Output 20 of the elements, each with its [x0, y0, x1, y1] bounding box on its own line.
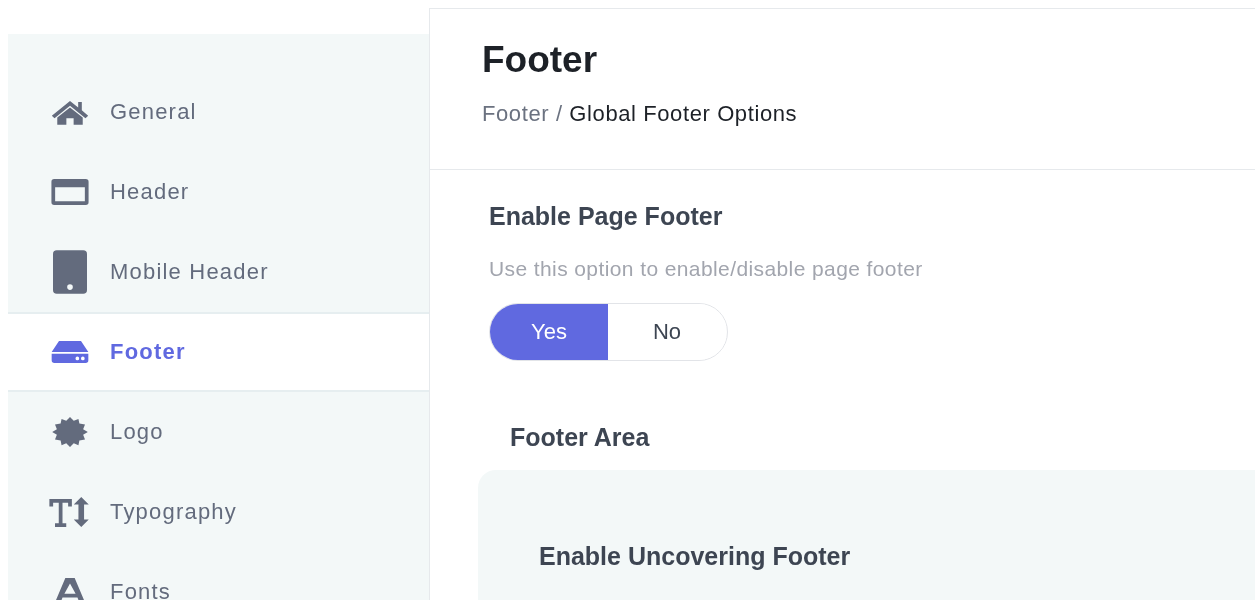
sidebar-item[interactable]: Fonts — [8, 552, 429, 600]
setting-title: Enable Page Footer — [489, 202, 724, 231]
setting-description: Use this option to enable/disable page footer — [489, 257, 924, 281]
home-icon — [50, 99, 90, 125]
window-icon — [51, 179, 89, 205]
toggle-option[interactable]: Yes — [490, 304, 608, 360]
text-height-icon — [49, 497, 91, 527]
sidebar-item[interactable]: Mobile Header — [8, 232, 429, 312]
breadcrumb: Footer / Global Footer Options — [482, 101, 799, 127]
page-title: Footer — [482, 39, 599, 81]
sidebar-item[interactable]: Header — [8, 152, 429, 232]
mobile-phone-icon — [53, 250, 87, 294]
setting-title: Enable Uncovering Footer — [539, 542, 852, 571]
drive-icon — [49, 341, 91, 363]
sidebar-item[interactable]: Logo — [8, 392, 429, 472]
badge-icon — [51, 417, 89, 447]
sidebar-item[interactable]: Typography — [8, 472, 429, 552]
sidebar-item[interactable]: Footer — [8, 312, 429, 392]
sidebar-item[interactable]: General — [8, 72, 429, 152]
section-title: Footer Area — [510, 423, 651, 452]
